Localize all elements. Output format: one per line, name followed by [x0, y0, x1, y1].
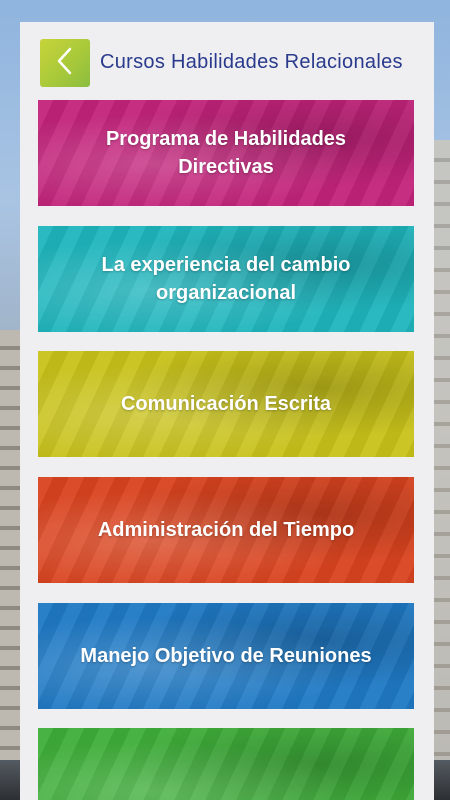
- course-card-label: La experiencia del cambio organizacional: [101, 254, 351, 304]
- course-card-label: Comunicación Escrita: [120, 393, 332, 415]
- main-panel: Cursos Habilidades Relacionales Programa…: [20, 22, 434, 800]
- course-card-comunicacion-escrita[interactable]: Comunicación Escrita: [38, 351, 414, 457]
- course-card-label: Administración del Tiempo: [97, 519, 355, 541]
- page-title: Cursos Habilidades Relacionales: [100, 51, 403, 73]
- chevron-left-icon: [54, 46, 76, 81]
- course-card-cambio-organizacional[interactable]: La experiencia del cambio organizacional: [38, 226, 414, 332]
- back-button[interactable]: [40, 39, 90, 87]
- course-card-administracion-tiempo[interactable]: Administración del Tiempo: [38, 477, 414, 583]
- course-card-label: Manejo Objetivo de Reuniones: [80, 645, 372, 667]
- course-card-manejo-reuniones[interactable]: Manejo Objetivo de Reuniones: [38, 603, 414, 709]
- course-card-habilidades-directivas[interactable]: Programa de Habilidades Directivas: [38, 100, 414, 206]
- course-card-label: Programa de Habilidades Directivas: [105, 128, 347, 178]
- header: Cursos Habilidades Relacionales: [20, 22, 434, 102]
- course-card-partial[interactable]: [38, 728, 414, 800]
